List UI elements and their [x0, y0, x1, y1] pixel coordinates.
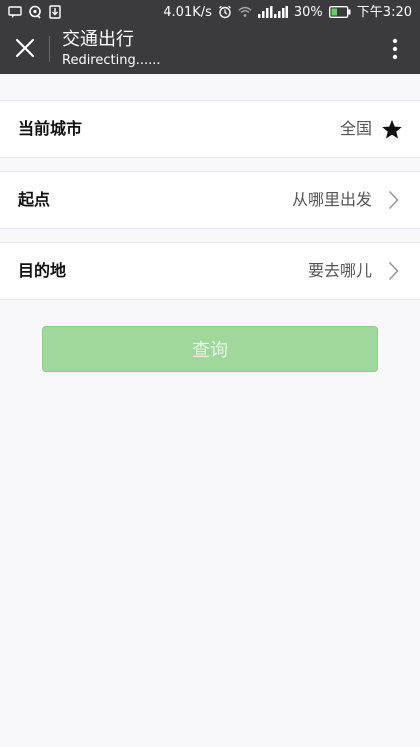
chevron-right-icon	[386, 172, 400, 228]
close-icon	[15, 38, 35, 58]
start-point-input[interactable]: 从哪里出发	[292, 172, 372, 228]
current-city-row[interactable]: 当前城市 全国	[0, 100, 420, 158]
status-bar: 4.01K/s 30% 下午3:20	[0, 0, 420, 24]
message-icon	[8, 5, 22, 19]
alarm-icon	[218, 5, 232, 19]
query-button[interactable]: 查询	[42, 326, 378, 372]
clock: 下午3:20	[356, 4, 412, 20]
destination-row[interactable]: 目的地 要去哪儿	[0, 242, 420, 300]
start-point-label: 起点	[18, 190, 51, 209]
more-button[interactable]	[380, 34, 410, 64]
start-point-row[interactable]: 起点 从哪里出发	[0, 171, 420, 229]
chevron-right-icon	[386, 243, 400, 299]
app-bar-divider	[49, 36, 50, 62]
current-city-label: 当前城市	[18, 119, 83, 138]
status-right: 4.01K/s 30% 下午3:20	[163, 5, 412, 19]
current-city-value: 全国	[339, 119, 372, 138]
more-vertical-icon	[392, 38, 398, 60]
destination-input[interactable]: 要去哪儿	[308, 243, 372, 299]
page-subtitle: Redirecting......	[62, 53, 161, 68]
status-left	[8, 5, 62, 19]
battery-percent: 30%	[293, 4, 323, 20]
close-button[interactable]	[8, 31, 42, 65]
download-icon	[48, 5, 62, 19]
star-icon[interactable]	[380, 101, 404, 157]
wifi-icon	[238, 5, 252, 19]
battery-icon	[328, 5, 351, 19]
page-title: 交通出行	[62, 29, 134, 50]
app-bar: 交通出行 Redirecting......	[0, 24, 420, 74]
network-speed: 4.01K/s	[163, 4, 212, 20]
signal-icon	[257, 5, 288, 19]
qq-icon	[28, 5, 42, 19]
destination-label: 目的地	[18, 261, 67, 280]
